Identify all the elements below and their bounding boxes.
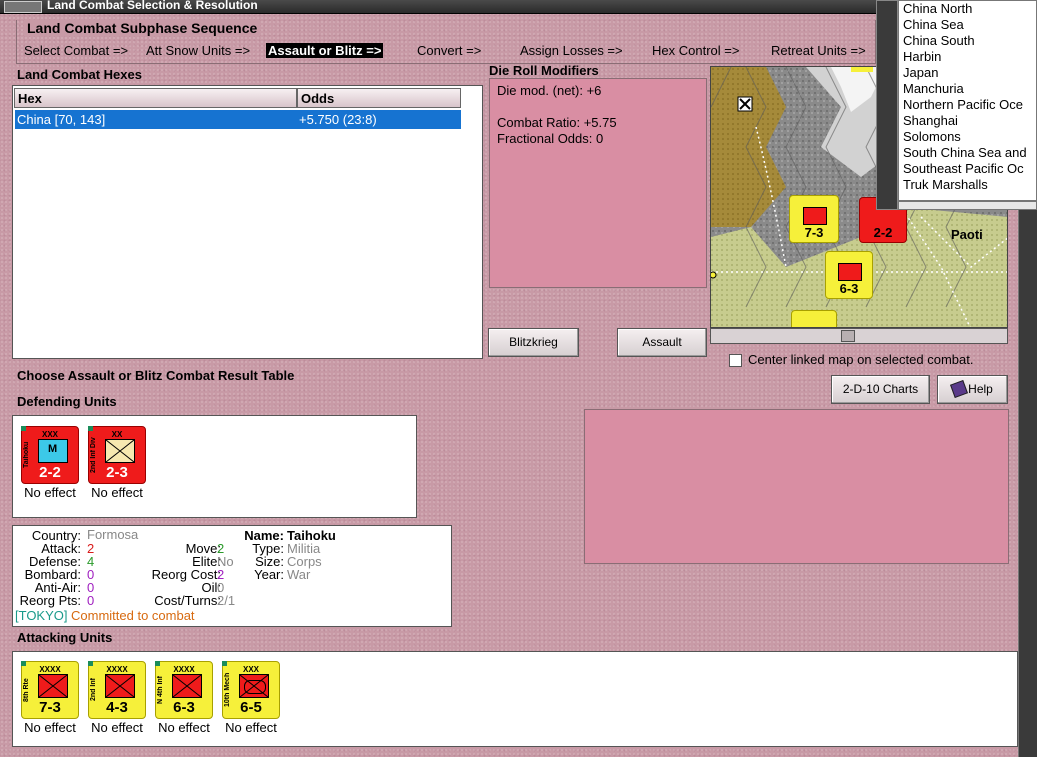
charts-button[interactable]: 2-D-10 Charts bbox=[831, 375, 930, 404]
unit-result: No effect bbox=[24, 485, 76, 500]
help-book-icon bbox=[950, 380, 968, 398]
defender-counter-taihoku[interactable]: XXX Taihoku M 2-2 bbox=[21, 426, 79, 484]
infantry-icon bbox=[105, 439, 135, 463]
attacker-counter-2nd-inf[interactable]: XXXX 2nd Inf 4-3 bbox=[88, 661, 146, 719]
status-text: Committed to combat bbox=[71, 608, 195, 623]
infantry-icon bbox=[803, 207, 827, 225]
map-counter-n4th-inf[interactable]: 6-3 bbox=[825, 251, 873, 299]
hex-row-selected[interactable]: China [70, 143] +5.750 (23:8) bbox=[15, 110, 461, 129]
list-item[interactable]: Southeast Pacific Oc bbox=[903, 161, 1024, 176]
combat-result-box bbox=[584, 409, 1009, 564]
list-item[interactable]: Manchuria bbox=[903, 81, 964, 96]
attacking-units-panel: XXXX 8th Rte 7-3 No effect XXXX 2nd Inf … bbox=[12, 651, 1018, 747]
unit-result: No effect bbox=[158, 720, 210, 735]
infantry-icon bbox=[38, 674, 68, 698]
center-map-checkbox[interactable] bbox=[729, 354, 742, 367]
unit-strength: 6-3 bbox=[173, 699, 195, 716]
hex-cell: China [70, 143] bbox=[17, 112, 106, 127]
list-item[interactable]: China North bbox=[903, 1, 972, 16]
list-item[interactable]: China Sea bbox=[903, 17, 964, 32]
step-assault-or-blitz[interactable]: Assault or Blitz => bbox=[266, 43, 384, 58]
map-scroll-thumb[interactable] bbox=[841, 330, 855, 342]
list-item[interactable]: Truk Marshalls bbox=[903, 177, 988, 192]
status-tag: [TOKYO] bbox=[15, 608, 68, 623]
assault-button[interactable]: Assault bbox=[617, 328, 707, 357]
step-assign-losses[interactable]: Assign Losses => bbox=[520, 43, 623, 58]
step-convert[interactable]: Convert => bbox=[417, 43, 481, 58]
list-item[interactable]: Shanghai bbox=[903, 113, 958, 128]
hexes-title: Land Combat Hexes bbox=[17, 67, 142, 82]
step-att-snow-units[interactable]: Att Snow Units => bbox=[146, 43, 250, 58]
window-title-bar[interactable]: Land Combat Selection & Resolution bbox=[0, 0, 880, 14]
country-value: Formosa bbox=[87, 527, 139, 542]
list-item[interactable]: Solomons bbox=[903, 129, 961, 144]
combat-ratio: Combat Ratio: +5.75 bbox=[497, 115, 617, 130]
unit-result: No effect bbox=[225, 720, 277, 735]
defending-units-panel: XXX Taihoku M 2-2 No effect XX 2nd Inf D… bbox=[12, 415, 417, 518]
list-item[interactable]: China South bbox=[903, 33, 975, 48]
mech-icon bbox=[239, 674, 269, 698]
column-header-hex[interactable]: Hex bbox=[14, 88, 297, 108]
help-button[interactable]: Help bbox=[937, 375, 1008, 404]
unit-strength: 4-3 bbox=[106, 699, 128, 716]
costturns-value: 2/1 bbox=[217, 593, 236, 608]
odds-cell: +5.750 (23:8) bbox=[299, 112, 377, 127]
attacker-counter-10th-mech[interactable]: XXX 10th Mech 6-5 bbox=[222, 661, 280, 719]
sea-area-list[interactable]: China North China Sea China South Harbin… bbox=[898, 0, 1037, 201]
unit-result: No effect bbox=[91, 485, 143, 500]
map-counter-strength: 6-3 bbox=[839, 281, 859, 296]
unit-strength: 2-2 bbox=[39, 464, 61, 481]
unit-result: No effect bbox=[24, 720, 76, 735]
window-title: Land Combat Selection & Resolution bbox=[47, 0, 258, 12]
defending-title: Defending Units bbox=[17, 394, 117, 409]
map-counter-strength: 7-3 bbox=[804, 225, 824, 240]
center-map-label: Center linked map on selected combat. bbox=[748, 352, 974, 367]
list-item[interactable]: Japan bbox=[903, 65, 938, 80]
hex-list[interactable]: Hex Odds China [70, 143] +5.750 (23:8) bbox=[12, 85, 483, 359]
map-counter-partial[interactable] bbox=[791, 310, 837, 327]
unit-result: No effect bbox=[91, 720, 143, 735]
mech-icon: M bbox=[38, 439, 68, 463]
infantry-icon bbox=[105, 674, 135, 698]
step-retreat-units[interactable]: Retreat Units => bbox=[771, 43, 866, 58]
reorgpts-label: Reorg Pts: bbox=[19, 593, 81, 608]
die-roll-title: Die Roll Modifiers bbox=[489, 63, 599, 78]
list-item[interactable]: Northern Pacific Oce bbox=[903, 97, 1023, 112]
map-horizontal-scrollbar[interactable] bbox=[710, 328, 1008, 344]
unit-strength: 7-3 bbox=[39, 699, 61, 716]
list-item[interactable]: Harbin bbox=[903, 49, 941, 64]
window-right-frame bbox=[1018, 210, 1037, 757]
column-header-odds[interactable]: Odds bbox=[297, 88, 461, 108]
year-value: War bbox=[287, 567, 311, 582]
unit-strength: 6-5 bbox=[240, 699, 262, 716]
attacker-counter-n4th-inf[interactable]: XXXX N 4th Inf 6-3 bbox=[155, 661, 213, 719]
list-item[interactable]: South China Sea and bbox=[903, 145, 1027, 160]
infantry-icon bbox=[172, 674, 202, 698]
system-menu-icon[interactable] bbox=[4, 1, 42, 13]
list-footer bbox=[898, 201, 1037, 210]
unit-info-panel: Country: Formosa Attack: 2 Defense: 4 Bo… bbox=[12, 525, 452, 627]
map-place-label: Paoti bbox=[951, 227, 983, 242]
reorgpts-value: 0 bbox=[87, 593, 95, 608]
costturns-label: Cost/Turns: bbox=[154, 593, 221, 608]
fractional-odds: Fractional Odds: 0 bbox=[497, 131, 604, 146]
blitzkrieg-button[interactable]: Blitzkrieg bbox=[488, 328, 579, 357]
unit-strength: 2-3 bbox=[106, 464, 128, 481]
attacking-title: Attacking Units bbox=[17, 630, 113, 645]
step-hex-control[interactable]: Hex Control => bbox=[652, 43, 739, 58]
infantry-icon bbox=[838, 263, 862, 281]
year-label: Year: bbox=[254, 567, 284, 582]
help-button-label: Help bbox=[968, 382, 993, 396]
map-counter-strength: 2-2 bbox=[873, 225, 893, 240]
attacker-counter-8th-rte[interactable]: XXXX 8th Rte 7-3 bbox=[21, 661, 79, 719]
die-roll-panel: Die mod. (net): +6 Combat Ratio: +5.75 F… bbox=[489, 78, 707, 288]
list-scrollbar[interactable] bbox=[876, 0, 898, 210]
defender-counter-2nd-inf-div[interactable]: XX 2nd Inf Div 2-3 bbox=[88, 426, 146, 484]
crt-title: Choose Assault or Blitz Combat Result Ta… bbox=[17, 368, 295, 383]
step-select-combat[interactable]: Select Combat => bbox=[24, 43, 128, 58]
die-mod-net: Die mod. (net): +6 bbox=[497, 83, 602, 98]
subphase-title: Land Combat Subphase Sequence bbox=[24, 20, 261, 36]
map-counter-8th-rte[interactable]: 7-3 bbox=[789, 195, 839, 243]
